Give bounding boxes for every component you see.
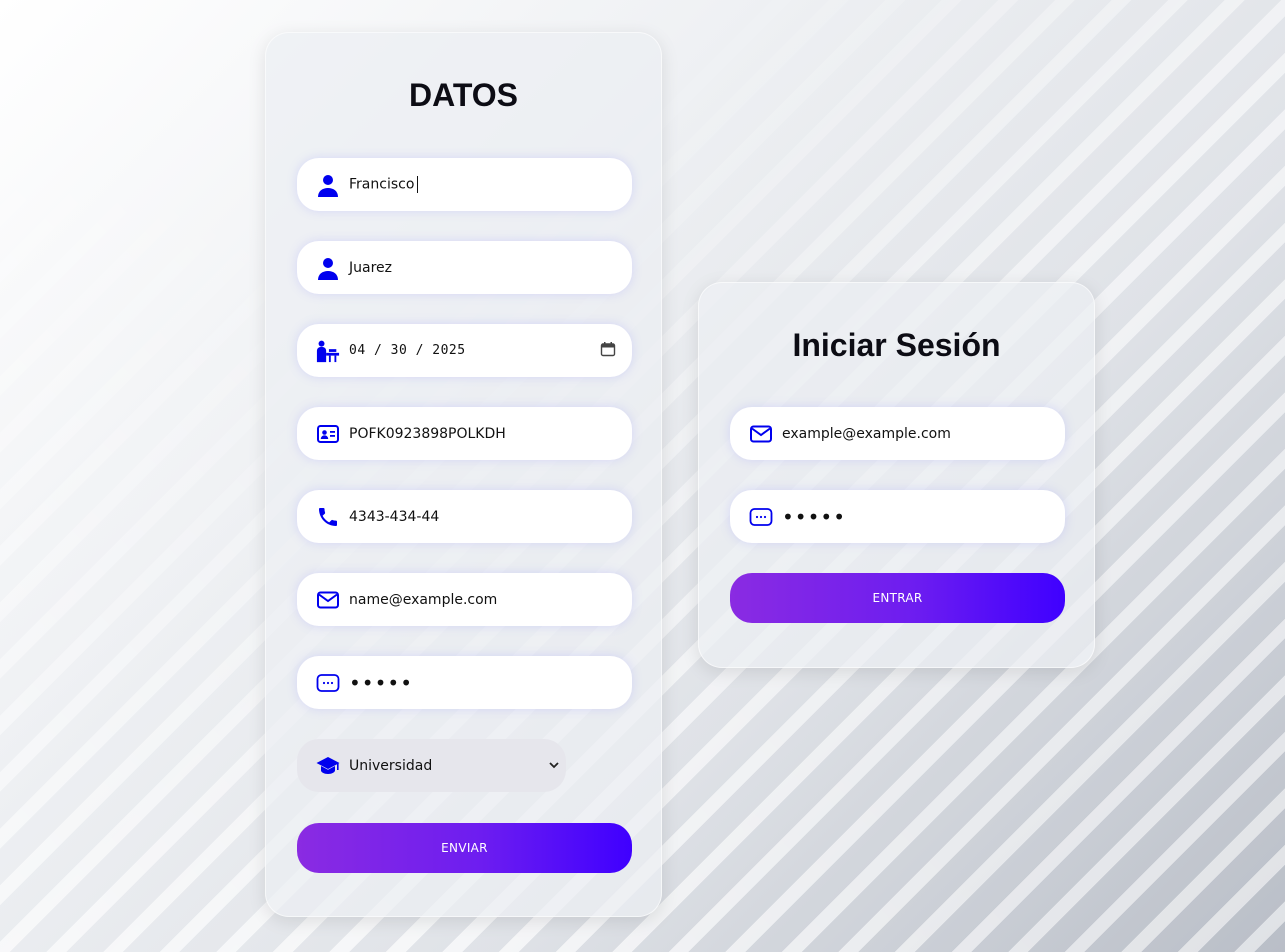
password-icon: [748, 504, 774, 530]
login-title: Iniciar Sesión: [792, 327, 1001, 363]
registration-title: DATOS: [408, 77, 519, 113]
id-code-value: POFK0923898POLKDH: [349, 425, 506, 442]
phone-value: 4343-434-44: [349, 508, 440, 525]
first-name-value: Francisco: [349, 176, 419, 193]
graduation-cap-icon: [315, 753, 341, 779]
send-button[interactable]: ENVIAR: [297, 823, 632, 873]
phone-field[interactable]: 4343-434-44: [297, 490, 632, 543]
birth-date-value: 04 / 30 / 2025: [349, 343, 466, 358]
education-select[interactable]: Universidad: [297, 739, 566, 792]
user-icon: [315, 255, 341, 281]
calendar-icon[interactable]: [600, 341, 616, 357]
envelope-icon: [315, 587, 341, 613]
enter-button[interactable]: ENTRAR: [730, 573, 1065, 623]
email-value: name@example.com: [349, 591, 498, 608]
login-email-field[interactable]: example@example.com: [730, 407, 1065, 460]
phone-icon: [315, 504, 341, 530]
id-card-icon: [315, 421, 341, 447]
registration-card: DATOS Francisco Juarez 04 / 30 / 2025 PO…: [265, 32, 662, 917]
chevron-down-icon: [549, 762, 559, 769]
first-name-field[interactable]: Francisco: [297, 158, 632, 211]
email-field[interactable]: name@example.com: [297, 573, 632, 626]
user-icon: [315, 172, 341, 198]
education-value: Universidad: [349, 757, 433, 774]
envelope-icon: [748, 421, 774, 447]
login-password-value: •••••: [782, 504, 846, 529]
login-email-value: example@example.com: [782, 425, 951, 442]
password-value: •••••: [349, 670, 413, 695]
last-name-value: Juarez: [349, 259, 392, 276]
password-icon: [315, 670, 341, 696]
password-field[interactable]: •••••: [297, 656, 632, 709]
login-card: Iniciar Sesión example@example.com •••••…: [698, 282, 1095, 668]
last-name-field[interactable]: Juarez: [297, 241, 632, 294]
worker-icon: [315, 338, 341, 364]
birth-date-field[interactable]: 04 / 30 / 2025: [297, 324, 632, 377]
id-code-field[interactable]: POFK0923898POLKDH: [297, 407, 632, 460]
login-password-field[interactable]: •••••: [730, 490, 1065, 543]
text-caret: [417, 176, 419, 193]
